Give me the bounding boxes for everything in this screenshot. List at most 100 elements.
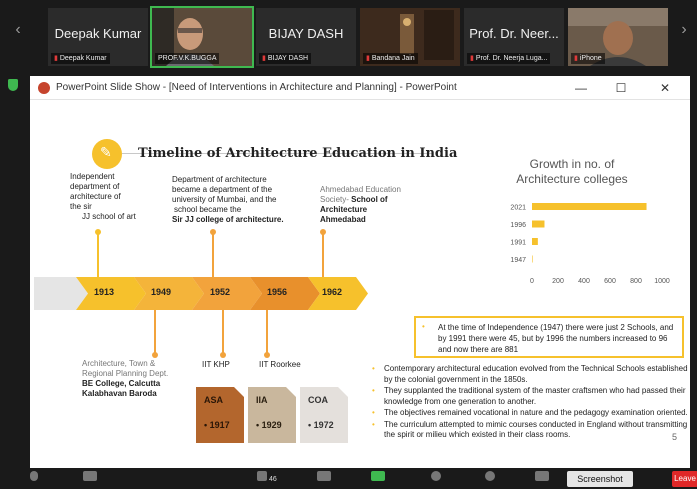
label-line: architecture of bbox=[70, 192, 121, 201]
label-line: Ahmedabad Education bbox=[320, 185, 401, 194]
apps-button[interactable] bbox=[532, 471, 552, 487]
connector-line bbox=[266, 310, 268, 354]
participant-label: ▮ BIJAY DASH bbox=[259, 53, 312, 64]
connector-line bbox=[97, 233, 99, 277]
label-line: the sir bbox=[70, 202, 92, 211]
security-shield-icon[interactable] bbox=[8, 79, 18, 91]
label-line: BE College, Calcutta bbox=[82, 379, 161, 388]
participant-label: ▮ Bandana Jain bbox=[363, 53, 418, 64]
list-item: • Contemporary architectural education ev… bbox=[372, 364, 690, 385]
chart-category-label: 1947 bbox=[510, 257, 526, 264]
leave-button[interactable]: Leave bbox=[672, 471, 697, 487]
connector-dot bbox=[95, 229, 101, 235]
callout-box: • At the time of Independence (1947) the… bbox=[414, 316, 684, 358]
label-line: Ahmedabad bbox=[320, 215, 366, 224]
participant-tile[interactable]: Prof. Dr. Neer... ▮ Prof. Dr. Neerja Luga… bbox=[464, 8, 564, 66]
participant-label-text: iPhone bbox=[579, 55, 602, 62]
timeline-arrow-band bbox=[34, 277, 368, 310]
participant-tile-video[interactable]: ▮ Bandana Jain bbox=[360, 8, 460, 66]
chat-icon bbox=[317, 471, 331, 481]
participant-strip: ‹ Deepak Kumar ▮ Deepak Kumar PROF.V.K.BU… bbox=[0, 0, 697, 70]
institution-tile-iia: IIA • 1929 bbox=[248, 387, 296, 443]
tile-label: IIA bbox=[256, 395, 268, 405]
tile-year: • 1929 bbox=[256, 420, 282, 430]
chart-bar bbox=[532, 203, 647, 210]
mic-muted-icon: ▮ bbox=[470, 55, 474, 62]
participant-tile[interactable]: BIJAY DASH ▮ BIJAY DASH bbox=[256, 8, 356, 66]
chart-tick-label: 200 bbox=[552, 278, 564, 285]
chart-category-label: 2021 bbox=[510, 205, 526, 212]
participant-label-text: Deepak Kumar bbox=[59, 55, 107, 62]
colleges-bar-chart: 2021 1996 1991 1947 0 200 400 600 800 1000 bbox=[510, 203, 670, 285]
label-line: Department of architecture bbox=[172, 175, 267, 184]
mic-muted-icon: ▮ bbox=[54, 55, 58, 62]
microphone-icon bbox=[30, 471, 38, 481]
chevron-right-icon[interactable]: › bbox=[674, 18, 694, 42]
apps-icon bbox=[535, 471, 549, 481]
chart-tick-label: 600 bbox=[604, 278, 616, 285]
label-line: became a department of the bbox=[172, 185, 273, 194]
connector-line bbox=[154, 310, 156, 354]
chat-button[interactable] bbox=[314, 471, 334, 487]
label-line: department of bbox=[70, 182, 120, 191]
pencil-icon: ✎ bbox=[92, 139, 122, 169]
screenshot-button[interactable]: Screenshot bbox=[567, 471, 633, 487]
year-1956: 1956 bbox=[267, 287, 288, 297]
label-line: Kalabhavan Baroda bbox=[82, 389, 157, 398]
chart-category-label: 1991 bbox=[510, 240, 526, 247]
close-button[interactable]: ✕ bbox=[650, 78, 680, 98]
timeline-label-1949: Architecture, Town & Regional Planning D… bbox=[82, 359, 168, 399]
connector-dot bbox=[220, 352, 226, 358]
connector-line bbox=[322, 233, 324, 277]
tile-year: • 1917 bbox=[204, 420, 230, 430]
mute-button[interactable] bbox=[24, 471, 44, 487]
record-button[interactable] bbox=[426, 471, 446, 487]
participants-button[interactable]: 46 bbox=[252, 471, 282, 487]
list-item: • The objectives remained vocational in n… bbox=[372, 408, 690, 419]
slide-title: Timeline of Architecture Education in In… bbox=[138, 146, 458, 161]
year-1962: 1962 bbox=[322, 287, 343, 297]
chart-bar bbox=[532, 220, 545, 228]
window-title: PowerPoint Slide Show - [Need of Interve… bbox=[56, 82, 457, 93]
tile-label: COA bbox=[308, 395, 328, 405]
reactions-button[interactable] bbox=[480, 471, 500, 487]
window-titlebar: PowerPoint Slide Show - [Need of Interve… bbox=[30, 76, 690, 100]
participant-label-text: PROF.V.K.BUGGA bbox=[158, 55, 217, 62]
list-item-text: The curriculum attempted to mimic course… bbox=[384, 419, 688, 440]
year-1913: 1913 bbox=[94, 287, 115, 297]
participant-name: Deepak Kumar bbox=[54, 26, 142, 41]
participant-name: BIJAY DASH bbox=[268, 26, 344, 41]
share-screen-button[interactable] bbox=[368, 471, 388, 487]
stop-video-button[interactable] bbox=[80, 471, 100, 487]
label-line: JJ school of art bbox=[82, 212, 136, 221]
chart-tick-label: 400 bbox=[578, 278, 590, 285]
mic-muted-icon: ▮ bbox=[262, 55, 266, 62]
participant-label-text: Prof. Dr. Neerja Luga... bbox=[475, 55, 548, 62]
participant-label: PROF.V.K.BUGGA bbox=[155, 53, 220, 64]
connector-dot bbox=[264, 352, 270, 358]
mic-muted-icon: ▮ bbox=[366, 55, 370, 62]
label-line: Architecture bbox=[320, 205, 368, 214]
connector-line bbox=[212, 233, 214, 277]
pencil-glyph: ✎ bbox=[100, 144, 112, 160]
mic-muted-icon: ▮ bbox=[574, 55, 578, 62]
participant-tile-video[interactable]: ▮ iPhone bbox=[568, 8, 668, 66]
timeline-label-iit-roorkee: IIT Roorkee bbox=[259, 360, 301, 369]
bullet-icon: • bbox=[422, 322, 425, 331]
participant-tile-video[interactable]: PROF.V.K.BUGGA bbox=[150, 6, 254, 68]
label-line: school became the bbox=[174, 205, 242, 214]
chart-tick-label: 1000 bbox=[654, 278, 670, 285]
participant-label-text: BIJAY DASH bbox=[267, 55, 309, 62]
bullet-icon: • bbox=[372, 386, 375, 395]
participant-tile[interactable]: Deepak Kumar ▮ Deepak Kumar bbox=[48, 8, 148, 66]
chevron-left-icon[interactable]: ‹ bbox=[8, 18, 28, 42]
year-1952: 1952 bbox=[210, 287, 231, 297]
participant-label: ▮ Deepak Kumar bbox=[51, 53, 110, 64]
bullet-icon: • bbox=[372, 408, 375, 417]
label-line-bold: School of bbox=[351, 195, 388, 204]
slide: ✎ Timeline of Architecture Education in … bbox=[30, 101, 690, 468]
maximize-button[interactable]: ☐ bbox=[606, 78, 636, 98]
year-1949: 1949 bbox=[151, 287, 172, 297]
minimize-button[interactable]: — bbox=[566, 78, 596, 98]
bullet-icon: • bbox=[372, 364, 375, 373]
